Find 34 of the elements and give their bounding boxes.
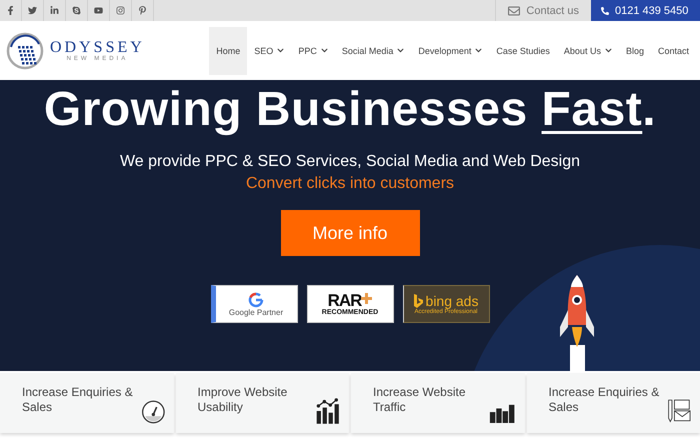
hero-tagline: Convert clicks into customers bbox=[246, 175, 454, 193]
nav-link[interactable]: SEO bbox=[247, 26, 292, 74]
globe-logo-icon bbox=[6, 32, 44, 70]
bar-line-chart-icon bbox=[315, 395, 341, 427]
badge-label: Google Partner bbox=[228, 308, 284, 316]
badge-logo-text: bing ads bbox=[426, 293, 478, 309]
hero-subtitle: We provide PPC & SEO Services, Social Media and Web Design bbox=[120, 153, 580, 171]
logo-name: ODYSSEY bbox=[50, 40, 145, 56]
bar-chart-icon bbox=[489, 402, 516, 424]
chevron-down-icon bbox=[604, 47, 612, 54]
hero-heading: Growing Businesses Fast. bbox=[44, 82, 656, 137]
nav-link[interactable]: Blog bbox=[618, 26, 651, 74]
phone-icon bbox=[601, 6, 609, 14]
nav-link[interactable]: Contact bbox=[650, 26, 696, 74]
nav-link[interactable]: Development bbox=[411, 26, 490, 74]
feature-label: Increase Enquiries & Sales bbox=[22, 385, 134, 415]
chevron-down-icon bbox=[475, 47, 482, 54]
feature-label: Increase Website Traffic bbox=[373, 385, 466, 415]
feature-label: Increase Enquiries & Sales bbox=[548, 385, 660, 415]
plus-icon bbox=[361, 292, 372, 304]
phone-button[interactable]: 0121 439 5450 bbox=[591, 0, 700, 21]
badge-logo-text: RAR bbox=[328, 292, 362, 308]
nav-link[interactable]: PPC bbox=[291, 26, 335, 74]
chevron-down-icon bbox=[320, 47, 328, 54]
chevron-down-icon bbox=[277, 47, 284, 54]
envelope-icon bbox=[508, 4, 520, 16]
nav-link[interactable]: About Us bbox=[556, 26, 619, 74]
nav-link[interactable]: Case Studies bbox=[489, 26, 557, 74]
nav-link[interactable]: Home bbox=[209, 26, 248, 74]
bing-logo-icon bbox=[414, 294, 423, 308]
nav-link[interactable]: Social Media bbox=[334, 26, 412, 74]
chevron-down-icon bbox=[397, 47, 404, 54]
feature-label: Improve Website Usability bbox=[198, 385, 288, 415]
google-g-icon bbox=[248, 292, 264, 308]
